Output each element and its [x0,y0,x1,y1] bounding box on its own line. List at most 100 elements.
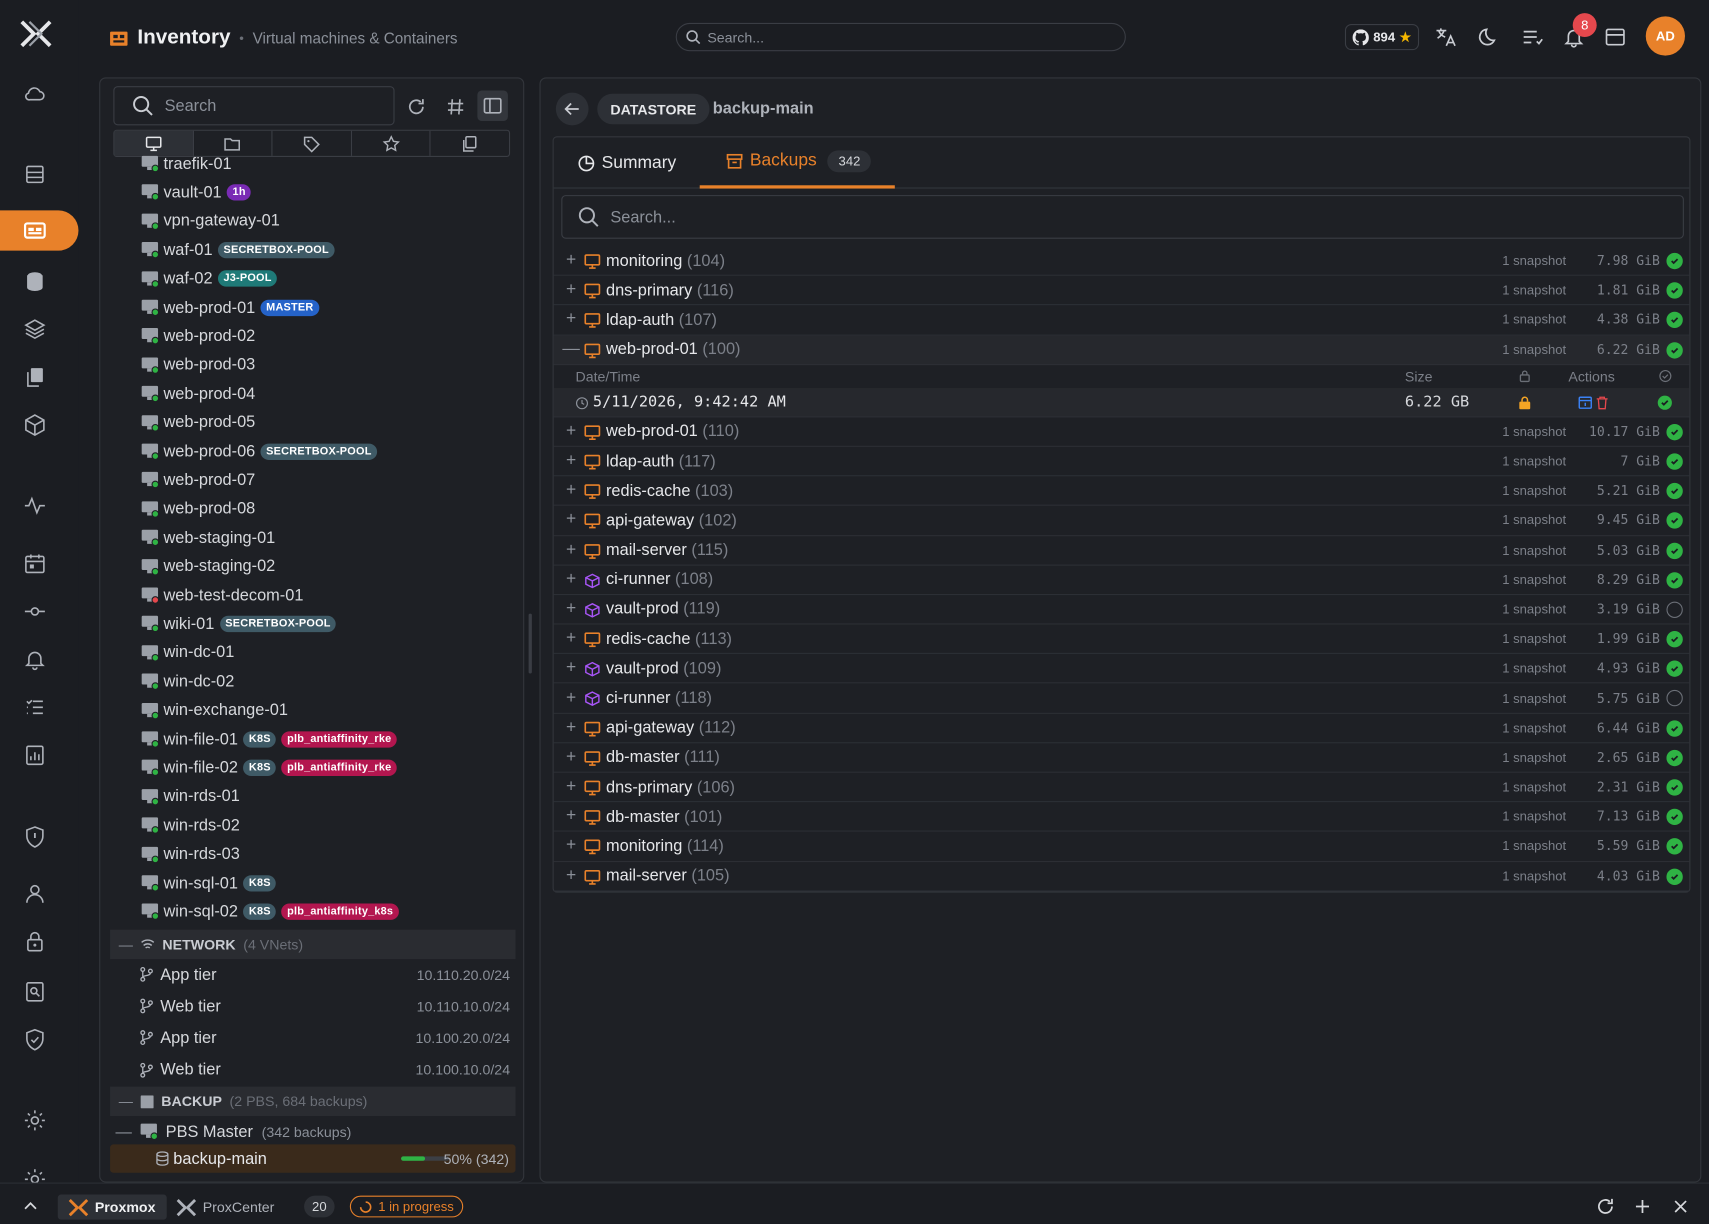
sidebar-item-activity[interactable] [20,490,51,521]
backup-group-row[interactable]: + redis-cache (113) 1 snapshot 1.99 GiB [553,625,1690,655]
backup-group-row[interactable]: + ldap-auth (107) 1 snapshot 4.38 GiB [553,306,1690,336]
tab-proxcenter[interactable]: ProxCenter [166,1195,286,1220]
app-logo[interactable] [20,20,53,48]
refresh-icon[interactable] [403,94,429,120]
tree-search-input[interactable]: Search [113,86,395,126]
vm-tag[interactable]: plb_antiaffinity_rke [281,730,397,748]
vm-tag[interactable]: J3-POOL [218,270,278,287]
backup-group-row[interactable]: + vault-prod (109) 1 snapshot 4.93 GiB [553,654,1690,684]
back-button[interactable] [555,92,589,126]
tree-item-vm[interactable]: win-rds-02 [141,811,240,839]
expand-icon[interactable]: + [562,629,579,649]
tree-item-vm[interactable]: win-exchange-01 [141,696,288,724]
tree-item-vnet[interactable]: App tier 10.100.20.0/24 [140,1023,510,1054]
network-section-header[interactable]: — NETWORK (4 VNets) [110,929,516,960]
datastore-item-backup-main[interactable]: backup-main 50% (342) [110,1144,516,1173]
backup-group-row[interactable]: + api-gateway (112) 1 snapshot 6.44 GiB [553,713,1690,744]
tab-summary[interactable]: Summary [578,137,676,188]
delete-icon[interactable] [1596,395,1609,410]
sidebar-item-shield-check[interactable] [20,1025,51,1056]
tab-favorites-view[interactable] [352,130,431,156]
global-search-input[interactable]: Search... [675,22,1126,52]
vm-tag[interactable]: plb_antiaffinity_k8s [281,903,399,920]
tree-item-vm[interactable]: win-dc-01 [141,638,234,666]
theme-toggle-icon[interactable] [1476,24,1502,50]
vm-tag[interactable]: plb_antiaffinity_rke [281,759,397,776]
tree-item-vm[interactable]: web-prod-04 [141,379,255,407]
sidebar-item-cloud[interactable] [20,78,51,109]
snapshot-row[interactable]: 5/11/2026, 9:42:42 AM 6.22 GB [553,387,1690,418]
expand-icon[interactable]: + [562,866,579,886]
vm-tag[interactable]: K8S [243,874,277,891]
vm-tag[interactable]: SECRETBOX-POOL [260,443,378,460]
collapse-icon[interactable]: — [562,340,579,360]
tab-proxmox[interactable]: Proxmox [57,1194,167,1220]
sidebar-item-copy[interactable] [20,362,51,393]
sidebar-item-bell[interactable] [20,644,51,675]
expand-icon[interactable]: + [562,511,579,531]
add-icon[interactable] [1633,1197,1653,1217]
sidebar-item-inventory[interactable] [0,210,79,251]
expand-icon[interactable]: + [562,540,579,560]
tree-item-vm[interactable]: web-staging-01 [141,523,275,551]
sidebar-item-server[interactable] [20,159,51,190]
expand-icon[interactable]: + [562,422,579,442]
sidebar-item-lock[interactable] [20,926,51,957]
expand-icon[interactable]: + [562,310,579,330]
translate-icon[interactable] [1432,24,1458,50]
tree-item-vm[interactable]: win-file-01 K8S plb_antiaffinity_rke [141,725,397,753]
protected-lock-icon[interactable] [1518,395,1531,409]
expand-icon[interactable]: + [562,659,579,679]
vm-tag[interactable]: K8S [243,759,277,776]
tree-item-vm[interactable]: win-rds-03 [141,840,240,868]
sidebar-item-cube[interactable] [20,410,51,441]
pbs-server-item[interactable]: — PBS Master (342 backups) [116,1117,352,1145]
backup-group-row[interactable]: + db-master (101) 1 snapshot 7.13 GiB [553,802,1690,833]
chevron-up-icon[interactable] [21,1197,41,1217]
sidebar-item-shield[interactable] [20,822,51,853]
vm-tag[interactable]: SECRETBOX-POOL [219,615,337,633]
user-avatar[interactable]: AD [1645,16,1685,56]
expand-icon[interactable]: + [562,251,579,271]
backup-group-row[interactable]: + ci-runner (108) 1 snapshot 8.29 GiB [553,565,1690,595]
expand-icon[interactable]: + [562,280,579,300]
restore-icon[interactable] [1578,395,1592,409]
backup-section-header[interactable]: — BACKUP (2 PBS, 684 backups) [110,1086,516,1117]
vm-tag[interactable]: K8S [243,903,277,920]
sidebar-item-layers[interactable] [20,314,51,345]
vm-tag[interactable]: MASTER [260,299,319,316]
expand-icon[interactable]: + [562,688,579,708]
expand-icon[interactable]: + [562,599,579,619]
tree-item-vm[interactable]: web-prod-07 [141,466,255,494]
tree-item-vm[interactable]: web-prod-01 MASTER [141,293,319,321]
tree-item-vm[interactable]: web-prod-06 SECRETBOX-POOL [141,437,378,465]
expand-icon[interactable]: + [562,836,579,856]
expand-icon[interactable]: + [562,777,579,797]
tab-backups[interactable]: Backups 342 [699,137,896,189]
backup-group-row[interactable]: + redis-cache (103) 1 snapshot 5.21 GiB [553,476,1690,507]
backups-search-input[interactable]: Search... [561,195,1684,239]
expand-icon[interactable]: + [562,718,579,738]
tree-item-vm[interactable]: web-test-decom-01 [141,581,303,609]
backup-group-row[interactable]: + monitoring (114) 1 snapshot 5.59 GiB [553,832,1690,862]
layout-panel-icon[interactable] [1602,24,1628,50]
sidebar-item-user[interactable] [20,878,51,909]
tree-item-vm[interactable]: vpn-gateway-01 [141,207,280,235]
backup-group-row[interactable]: + api-gateway (102) 1 snapshot 9.45 GiB [553,506,1690,536]
task-list-icon[interactable] [1519,24,1545,50]
backup-group-row[interactable]: + db-master (111) 1 snapshot 2.65 GiB [553,743,1690,773]
tree-item-vm[interactable]: win-dc-02 [141,667,234,695]
tree-item-vm[interactable]: web-prod-08 [141,495,255,523]
tree-item-vm[interactable]: win-sql-02 K8S plb_antiaffinity_k8s [141,897,399,925]
backup-group-row[interactable]: + monitoring (104) 1 snapshot 7.98 GiB [553,246,1690,276]
expand-icon[interactable]: + [562,481,579,501]
tree-item-vm[interactable]: win-file-02 K8S plb_antiaffinity_rke [141,754,397,782]
sidebar-item-commit[interactable] [20,596,51,627]
sidebar-item-report[interactable] [20,740,51,771]
tree-item-vm[interactable]: web-prod-03 [141,351,255,379]
backup-group-row[interactable]: + dns-primary (116) 1 snapshot 1.81 GiB [553,276,1690,306]
tree-item-vnet[interactable]: Web tier 10.110.10.0/24 [140,991,510,1022]
task-count-badge[interactable]: 20 [304,1195,335,1218]
refresh-icon[interactable] [1596,1197,1616,1217]
sidebar-toggle-icon[interactable] [477,90,508,121]
